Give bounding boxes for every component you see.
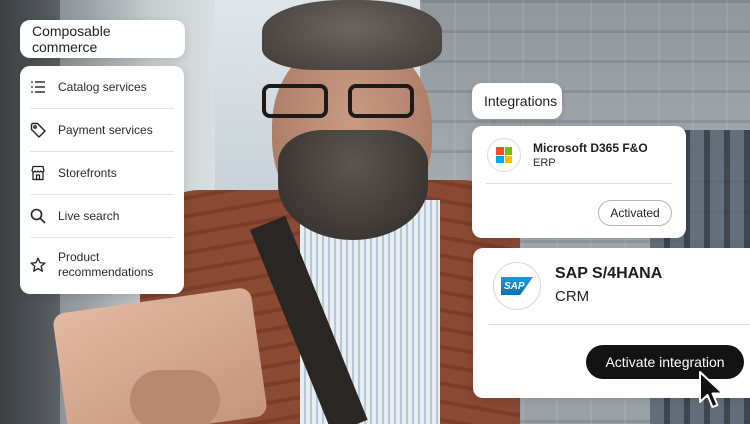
storefront-icon [31, 165, 45, 181]
menu-item-label: Product recommendations [58, 250, 154, 279]
menu-item-payment-services[interactable]: Payment services [30, 109, 174, 152]
activated-status-button[interactable]: Activated [598, 200, 672, 226]
tag-icon [30, 122, 46, 138]
microsoft-logo-icon [496, 147, 512, 163]
list-icon [31, 81, 45, 93]
sap-logo-badge: SAP [501, 277, 533, 295]
sap-logo: SAP [493, 262, 541, 310]
hand [130, 370, 220, 424]
integration-name: Microsoft D365 F&O [533, 141, 648, 155]
menu-item-label: Catalog services [58, 80, 147, 94]
person-hair [262, 0, 442, 70]
divider [489, 324, 750, 325]
mouse-pointer-icon [699, 371, 724, 408]
microsoft-logo [487, 138, 521, 172]
integrations-title: Integrations [472, 83, 562, 119]
integration-type: CRM [555, 288, 590, 305]
menu-item-label: Storefronts [58, 166, 117, 180]
composable-commerce-menu: Catalog services Payment services Storef… [20, 66, 184, 294]
menu-item-label: Live search [58, 209, 120, 223]
divider [486, 183, 672, 184]
search-icon [30, 208, 46, 224]
integration-name: SAP S/4HANA [555, 265, 663, 282]
menu-item-product-recommendations[interactable]: Product recommendations [30, 238, 174, 292]
menu-item-label: Payment services [58, 123, 153, 137]
person-beard [278, 130, 428, 240]
star-icon [30, 257, 46, 272]
integration-type: ERP [533, 157, 556, 169]
menu-item-live-search[interactable]: Live search [30, 195, 174, 238]
microsoft-integration-card: Microsoft D365 F&O ERP Activated [472, 126, 686, 238]
menu-item-storefronts[interactable]: Storefronts [30, 152, 174, 195]
menu-item-catalog-services[interactable]: Catalog services [30, 66, 174, 109]
composable-commerce-title: Composable commerce [20, 20, 185, 58]
glasses [262, 84, 422, 120]
